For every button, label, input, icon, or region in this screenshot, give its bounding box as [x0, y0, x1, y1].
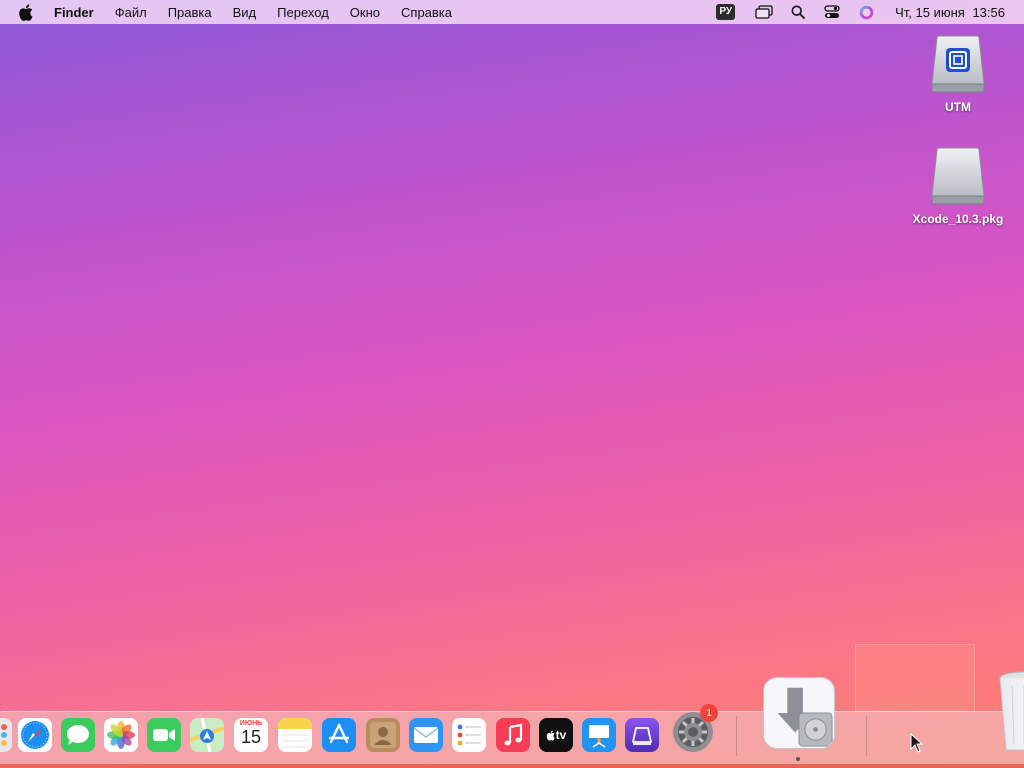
menu-help[interactable]: Справка [401, 5, 452, 20]
siri-icon[interactable] [857, 4, 875, 20]
menu-view[interactable]: Вид [233, 5, 257, 20]
dock-app-store[interactable] [322, 718, 356, 752]
dock-tv[interactable]: tv [539, 718, 573, 752]
apple-icon[interactable] [18, 3, 34, 21]
clock-date: Чт, 15 июня [895, 4, 965, 20]
dock-mail[interactable] [409, 718, 443, 752]
settings-badge: 1 [700, 704, 718, 722]
app-store-icon [322, 718, 356, 752]
dock-notes[interactable] [278, 718, 312, 752]
mail-icon [409, 718, 443, 752]
maps-icon [190, 718, 224, 752]
mouse-cursor-icon [910, 732, 924, 753]
menu-bar-left: Finder Файл Правка Вид Переход Окно Спра… [0, 0, 473, 24]
dock-maps[interactable] [190, 718, 224, 752]
disk-image-icon [929, 34, 987, 96]
menu-window[interactable]: Окно [350, 5, 380, 20]
dock-safari[interactable] [18, 718, 52, 752]
screen-bottom-edge [0, 764, 1024, 768]
keynote-icon [582, 718, 616, 752]
dock-installer[interactable] [763, 677, 835, 749]
dock-contacts[interactable] [366, 718, 400, 752]
dock-launchpad[interactable] [0, 718, 12, 752]
tv-label: tv [555, 728, 567, 742]
input-source-badge[interactable]: РУ [716, 4, 736, 20]
desktop-icon-xcode-pkg[interactable]: Xcode_10.3.pkg [903, 146, 1013, 226]
calendar-day: 15 [240, 727, 262, 747]
spotlight-search-icon[interactable] [789, 4, 807, 20]
dock-facetime[interactable] [147, 718, 181, 752]
running-indicator [796, 757, 800, 761]
safari-icon [18, 718, 52, 752]
disk-image-icon [929, 146, 987, 208]
control-center-icon[interactable] [823, 4, 841, 20]
menu-go[interactable]: Переход [277, 5, 329, 20]
calendar-icon: ИЮНЬ 15 [234, 718, 268, 752]
reminders-icon [452, 718, 486, 752]
desktop-icon-label: UTM [945, 100, 971, 114]
drag-ghost [855, 644, 975, 712]
installer-icon [765, 679, 833, 747]
podcasts-icon [625, 718, 659, 752]
dock-separator [736, 716, 737, 756]
dock-reminders[interactable] [452, 718, 486, 752]
desktop-icon-label: Xcode_10.3.pkg [912, 212, 1004, 226]
dock-trash[interactable] [998, 668, 1024, 754]
dock-photos[interactable] [104, 718, 138, 752]
facetime-icon [147, 718, 181, 752]
menu-bar-right: РУ Чт, 15 июня 13:56 [716, 0, 1024, 24]
notes-icon [278, 718, 312, 752]
dock-messages[interactable] [61, 718, 95, 752]
menu-app-name[interactable]: Finder [54, 5, 94, 20]
menu-edit[interactable]: Правка [168, 5, 212, 20]
dock-keynote[interactable] [582, 718, 616, 752]
music-icon [496, 718, 530, 752]
menu-file[interactable]: Файл [115, 5, 147, 20]
menu-bar: Finder Файл Правка Вид Переход Окно Спра… [0, 0, 1024, 24]
dock-music[interactable] [496, 718, 530, 752]
menu-bar-clock[interactable]: Чт, 15 июня 13:56 [891, 5, 1005, 20]
calendar-month: ИЮНЬ [239, 720, 263, 727]
desktop-icon-utm[interactable]: UTM [903, 34, 1013, 114]
messages-icon [61, 718, 95, 752]
dock-podcasts[interactable] [625, 718, 659, 752]
dock-calendar[interactable]: ИЮНЬ 15 [234, 718, 268, 752]
trash-icon [999, 671, 1024, 751]
dock-separator [866, 716, 867, 756]
clock-time: 13:56 [972, 4, 1005, 20]
screen-mirroring-icon[interactable] [755, 4, 773, 20]
photos-icon [104, 718, 138, 752]
contacts-icon [366, 718, 400, 752]
launchpad-icon [0, 718, 12, 752]
tv-icon: tv [539, 718, 573, 752]
